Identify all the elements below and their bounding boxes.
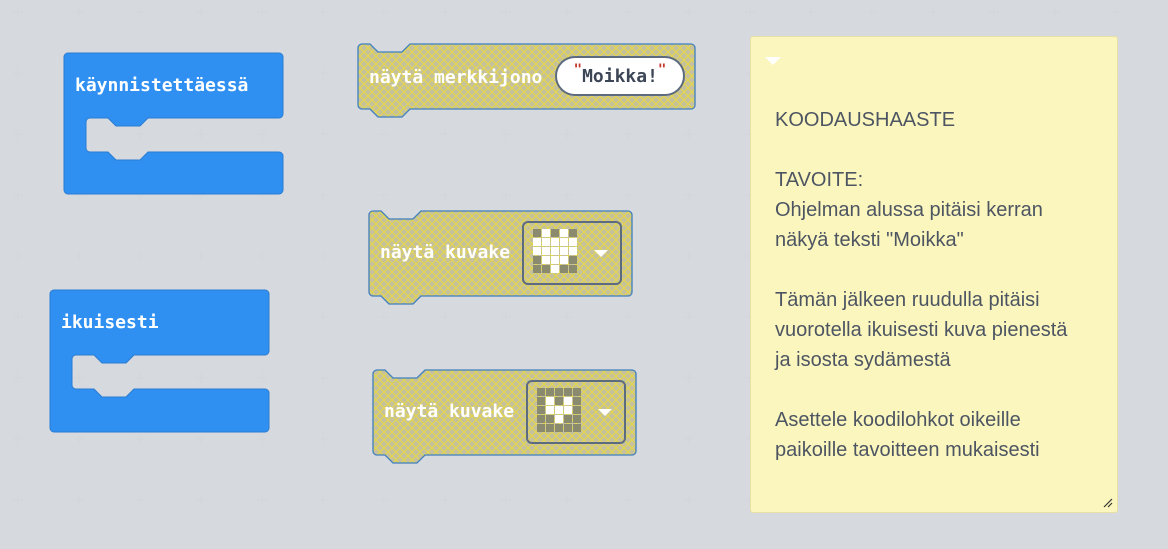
show-icon-label-1: näytä kuvake — [380, 242, 511, 263]
led-cell — [551, 247, 559, 255]
close-quote-icon: " — [657, 62, 667, 78]
comment-line: Tämän jälkeen ruudulla pitäisi — [775, 289, 1040, 311]
led-cell — [569, 229, 577, 237]
led-cell — [564, 424, 572, 432]
led-cell — [546, 397, 554, 405]
collapse-comment-icon[interactable] — [765, 57, 781, 65]
comment-line: Ohjelman alussa pitäisi kerran — [775, 199, 1043, 221]
led-cell — [537, 415, 545, 423]
show-icon-label-2: näytä kuvake — [384, 401, 515, 422]
led-cell — [573, 415, 581, 423]
led-cell — [560, 247, 568, 255]
led-cell — [542, 265, 550, 273]
comment-line — [775, 135, 1111, 165]
led-cell — [546, 424, 554, 432]
led-cell — [569, 238, 577, 246]
led-cell — [564, 415, 572, 423]
forever-label: ikuisesti — [61, 312, 159, 333]
led-cell — [560, 238, 568, 246]
led-cell — [560, 265, 568, 273]
led-cell — [533, 265, 541, 273]
led-cell — [573, 424, 581, 432]
led-cell — [537, 406, 545, 414]
led-cell — [555, 415, 563, 423]
led-cell — [537, 388, 545, 396]
led-cell — [560, 256, 568, 264]
led-cell — [533, 238, 541, 246]
led-cell — [555, 424, 563, 432]
show-string-label: näytä merkkijono — [369, 67, 543, 88]
comment-line: vuorotella ikuisesti kuva pienestä — [775, 319, 1068, 341]
led-cell — [564, 388, 572, 396]
led-cell — [564, 406, 572, 414]
led-cell — [569, 247, 577, 255]
led-cell — [542, 229, 550, 237]
comment-line — [775, 375, 1111, 405]
comment-line: näkyä teksti "Moikka" — [775, 229, 964, 251]
led-cell — [542, 238, 550, 246]
on-start-label: käynnistettäessä — [75, 75, 249, 96]
comment-line: KOODAUSHAASTE — [775, 109, 956, 131]
led-cell — [537, 397, 545, 405]
comment-line — [775, 255, 1111, 285]
workspace-comment[interactable]: KOODAUSHAASTE TAVOITE: Ohjelman alussa p… — [750, 36, 1118, 513]
led-cell — [542, 247, 550, 255]
led-cell — [564, 397, 572, 405]
comment-line: TAVOITE: — [775, 169, 864, 191]
comment-line: Asettele koodilohkot oikeille — [775, 409, 1021, 431]
comment-line: paikoille tavoitteen mukaisesti — [775, 439, 1040, 461]
comment-text[interactable]: KOODAUSHAASTE TAVOITE: Ohjelman alussa p… — [775, 105, 1111, 465]
resize-handle-icon[interactable] — [1101, 496, 1113, 508]
led-cell — [569, 265, 577, 273]
led-cell — [542, 256, 550, 264]
led-cell — [555, 406, 563, 414]
led-cell — [573, 397, 581, 405]
string-value-text: Moikka! — [582, 65, 658, 87]
led-cell — [560, 229, 568, 237]
led-cell — [573, 388, 581, 396]
led-cell — [573, 406, 581, 414]
led-cell — [537, 424, 545, 432]
comment-line: ja isosta sydämestä — [775, 349, 951, 371]
led-cell — [533, 229, 541, 237]
open-quote-icon: " — [573, 62, 583, 78]
led-cell — [533, 256, 541, 264]
led-cell — [555, 388, 563, 396]
led-cell — [546, 415, 554, 423]
string-value-input[interactable]: " Moikka! " — [555, 56, 685, 96]
dropdown-arrow-icon[interactable] — [594, 250, 608, 257]
led-cell — [551, 265, 559, 273]
heart-outline-icon — [537, 388, 581, 432]
led-cell — [533, 247, 541, 255]
led-cell — [555, 397, 563, 405]
led-cell — [546, 388, 554, 396]
led-cell — [551, 229, 559, 237]
small-heart-icon — [533, 229, 577, 273]
led-cell — [551, 238, 559, 246]
led-cell — [546, 406, 554, 414]
led-cell — [569, 256, 577, 264]
led-cell — [551, 256, 559, 264]
dropdown-arrow-icon[interactable] — [598, 409, 612, 416]
